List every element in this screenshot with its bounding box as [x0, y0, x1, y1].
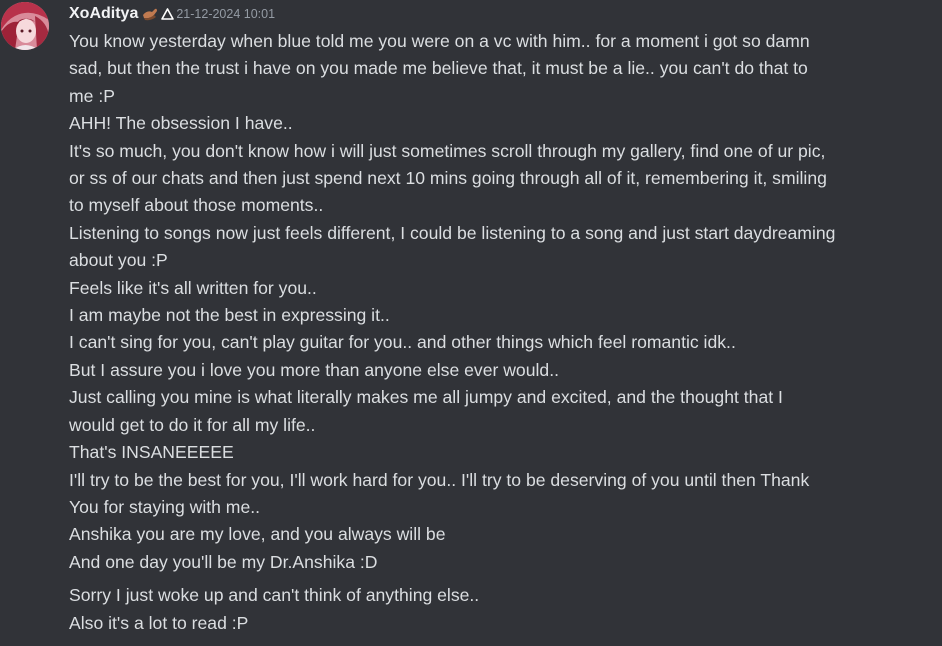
message-line: I'll try to be the best for you, I'll wo… [69, 469, 810, 490]
message-line: You know yesterday when blue told me you… [69, 31, 810, 51]
message-text-group: Sorry I just woke up and can't think of … [69, 582, 935, 637]
message-content: You know yesterday when blue told me you… [69, 28, 935, 637]
chat-message: XoAditya 21-12-2024 10:01 You know yeste… [0, 0, 942, 646]
message-line: to myself about those moments.. [69, 195, 324, 216]
username[interactable]: XoAditya [69, 5, 138, 23]
message-line: And one day you'll be my Dr.Anshika :D [69, 551, 378, 572]
avatar-image-icon [1, 2, 49, 50]
message-line: about you :P [69, 250, 168, 271]
message-line: It's so much, you don't know how i will … [69, 140, 826, 161]
message-line: Listening to songs now just feels differ… [69, 222, 836, 243]
message-line: me :P [69, 85, 115, 106]
message-timestamp: 21-12-2024 10:01 [176, 7, 276, 21]
message-text-group: You know yesterday when blue told me you… [69, 28, 935, 576]
message-line: Anshika you are my love, and you always … [69, 524, 446, 545]
user-avatar[interactable] [1, 2, 49, 50]
message-line: sad, but then the trust i have on you ma… [69, 58, 808, 79]
custom-emoji-badge-icon[interactable] [141, 6, 175, 22]
message-line: That's INSANEEEEE [69, 442, 234, 463]
message-line: I am maybe not the best in expressing it… [69, 305, 390, 326]
message-line: I can't sing for you, can't play guitar … [69, 332, 736, 353]
message-header: XoAditya 21-12-2024 10:01 [69, 3, 275, 25]
message-line: You for staying with me.. [69, 496, 261, 517]
message-line: Sorry I just woke up and can't think of … [69, 585, 480, 606]
message-line: or ss of our chats and then just spend n… [69, 168, 827, 189]
message-line: But I assure you i love you more than an… [69, 359, 559, 380]
message-line: would get to do it for all my life.. [69, 414, 316, 435]
message-line: Also it's a lot to read :P [69, 612, 249, 633]
message-line: AHH! The obsession I have.. [69, 113, 293, 134]
message-line: Just calling you mine is what literally … [69, 387, 783, 408]
message-line: Feels like it's all written for you.. [69, 277, 317, 298]
